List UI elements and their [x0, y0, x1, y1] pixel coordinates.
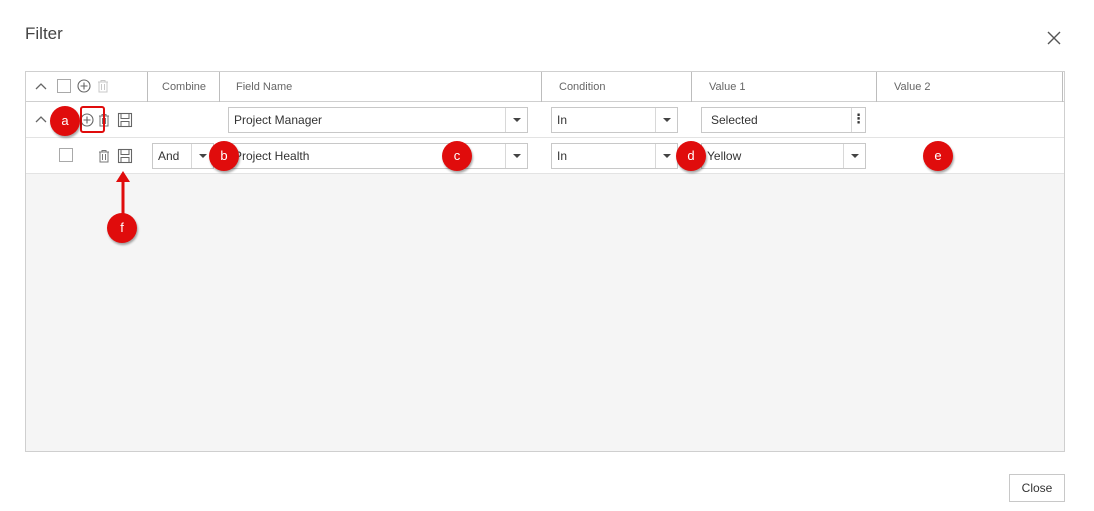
- combine-select[interactable]: And: [152, 143, 214, 169]
- callout-e: e: [923, 141, 953, 171]
- table-row: And Project Health In Yellow: [26, 138, 1064, 174]
- more-vertical-icon[interactable]: ⋮: [851, 108, 865, 132]
- column-header-value2[interactable]: Value 2: [894, 72, 931, 102]
- chevron-down-icon[interactable]: [505, 108, 527, 132]
- row-checkbox[interactable]: [59, 148, 73, 162]
- dialog-title: Filter: [25, 24, 63, 43]
- add-icon[interactable]: [77, 79, 91, 93]
- chevron-down-icon[interactable]: [843, 144, 865, 168]
- highlight-box: [80, 106, 105, 133]
- select-all-checkbox[interactable]: [57, 79, 71, 93]
- close-icon[interactable]: [1045, 29, 1063, 47]
- value1-value: Yellow: [707, 149, 742, 163]
- collapse-icon[interactable]: [34, 113, 48, 127]
- save-icon[interactable]: [117, 148, 133, 164]
- value1-value: Selected: [711, 113, 758, 127]
- close-button[interactable]: Close: [1009, 474, 1065, 502]
- delete-icon[interactable]: [97, 149, 111, 163]
- callout-c: c: [442, 141, 472, 171]
- column-header-combine[interactable]: Combine: [162, 72, 206, 102]
- callout-d: d: [676, 141, 706, 171]
- column-separator[interactable]: [1062, 72, 1063, 102]
- field-name-value: Project Manager: [234, 113, 323, 127]
- filter-grid: Combine Field Name Condition Value 1 Val…: [25, 71, 1065, 452]
- save-icon[interactable]: [117, 112, 133, 128]
- delete-icon: [98, 80, 108, 93]
- chevron-down-icon[interactable]: [505, 144, 527, 168]
- condition-value: In: [557, 113, 568, 127]
- grid-header: Combine Field Name Condition Value 1 Val…: [26, 72, 1064, 102]
- combine-value: And: [158, 149, 180, 163]
- column-separator[interactable]: [876, 72, 877, 102]
- value1-select[interactable]: Selected ⋮: [701, 107, 866, 133]
- column-header-field-name[interactable]: Field Name: [236, 72, 292, 102]
- column-header-condition[interactable]: Condition: [559, 72, 605, 102]
- callout-f: f: [107, 213, 137, 243]
- condition-select[interactable]: In: [551, 107, 678, 133]
- arrow-up-icon: [116, 171, 130, 214]
- column-header-value1[interactable]: Value 1: [709, 72, 746, 102]
- chevron-down-icon[interactable]: [655, 108, 677, 132]
- collapse-all-icon[interactable]: [34, 80, 48, 94]
- column-separator[interactable]: [541, 72, 542, 102]
- value1-select[interactable]: Yellow: [701, 143, 866, 169]
- column-separator[interactable]: [219, 72, 220, 102]
- table-row: Project Manager In Selected ⋮: [26, 102, 1064, 138]
- condition-value: In: [557, 149, 568, 163]
- field-name-select[interactable]: Project Health: [228, 143, 528, 169]
- condition-select[interactable]: In: [551, 143, 678, 169]
- column-separator[interactable]: [691, 72, 692, 102]
- field-name-select[interactable]: Project Manager: [228, 107, 528, 133]
- chevron-down-icon[interactable]: [655, 144, 677, 168]
- field-name-value: Project Health: [234, 149, 310, 163]
- column-separator[interactable]: [147, 72, 148, 102]
- callout-a: a: [50, 106, 80, 136]
- callout-b: b: [209, 141, 239, 171]
